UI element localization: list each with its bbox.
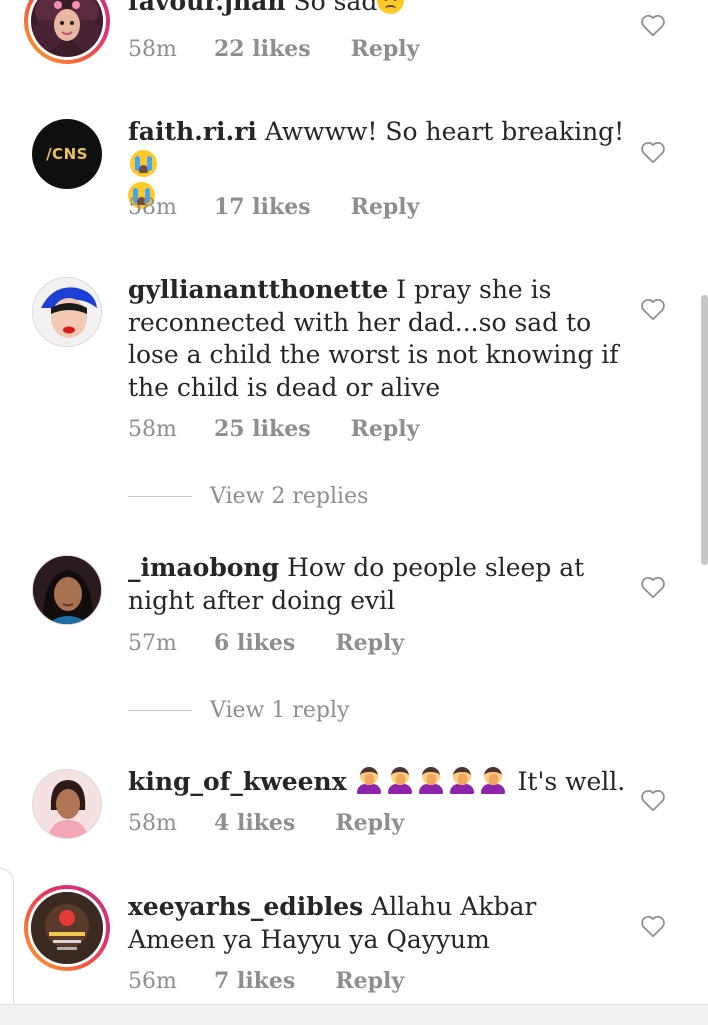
avatar[interactable] bbox=[24, 885, 110, 971]
heart-outline-icon[interactable] bbox=[640, 575, 666, 599]
comment-text: favour.jhan So sad bbox=[128, 0, 628, 19]
likes-count[interactable]: 17 likes bbox=[214, 194, 311, 220]
bottom-bar bbox=[0, 1004, 708, 1025]
heart-outline-icon[interactable] bbox=[640, 13, 666, 37]
heart-outline-icon[interactable] bbox=[640, 140, 666, 164]
avatar[interactable] bbox=[32, 769, 102, 839]
comment-username[interactable]: faith.ri.ri bbox=[128, 117, 257, 146]
avatar[interactable]: /CNS bbox=[32, 119, 102, 189]
sad-face-emoji-icon bbox=[377, 0, 405, 14]
likes-count[interactable]: 7 likes bbox=[214, 968, 295, 994]
panel-edge bbox=[0, 868, 14, 1024]
comment-text: xeeyarhs_edibles Allahu Akbar Ameen ya H… bbox=[128, 891, 628, 956]
avatar[interactable] bbox=[32, 555, 102, 625]
comment-body: So sad bbox=[293, 0, 378, 16]
likes-count[interactable]: 22 likes bbox=[214, 36, 311, 62]
comment-username[interactable]: favour.jhan bbox=[128, 0, 286, 16]
comment-text: gyllianantthonette I pray she is reconne… bbox=[128, 274, 628, 404]
likes-count[interactable]: 6 likes bbox=[214, 630, 295, 656]
reply-button[interactable]: Reply bbox=[351, 194, 420, 220]
woman-facepalming-emoji-group bbox=[355, 767, 510, 796]
comment-text: _imaobong How do people sleep at night a… bbox=[128, 552, 628, 617]
comment-time: 58m bbox=[128, 811, 177, 836]
comment-username[interactable]: gyllianantthonette bbox=[128, 275, 388, 304]
heart-outline-icon[interactable] bbox=[640, 297, 666, 321]
comment-meta: 58m 4 likes Reply bbox=[128, 810, 404, 836]
likes-count[interactable]: 25 likes bbox=[214, 416, 311, 442]
comment-time: 58m bbox=[128, 417, 177, 442]
reply-button[interactable]: Reply bbox=[335, 968, 404, 994]
comment-body: It's well. bbox=[517, 767, 626, 796]
view-replies-button[interactable]: View 1 reply bbox=[128, 695, 349, 725]
crying-face-emoji-icon bbox=[130, 149, 157, 177]
comment-meta: 58m 22 likes Reply bbox=[128, 36, 419, 62]
comment-time: 58m bbox=[128, 195, 177, 220]
comment-time: 58m bbox=[128, 37, 177, 62]
woman-facepalming-emoji-icon bbox=[355, 766, 383, 794]
comment-text: king_of_kweenx It's well. bbox=[128, 766, 628, 799]
comment-meta: 57m 6 likes Reply bbox=[128, 630, 404, 656]
comment-meta: 58m 25 likes Reply bbox=[128, 416, 419, 442]
reply-button[interactable]: Reply bbox=[335, 630, 404, 656]
reply-button[interactable]: Reply bbox=[351, 36, 420, 62]
reply-button[interactable]: Reply bbox=[335, 810, 404, 836]
woman-facepalming-emoji-icon bbox=[448, 766, 476, 794]
divider-line bbox=[128, 709, 192, 711]
comment-meta: 56m 7 likes Reply bbox=[128, 968, 404, 994]
heart-outline-icon[interactable] bbox=[640, 788, 666, 812]
view-replies-label: View 2 replies bbox=[210, 483, 369, 509]
avatar[interactable] bbox=[32, 277, 102, 347]
view-replies-button[interactable]: View 2 replies bbox=[128, 481, 368, 511]
avatar[interactable] bbox=[24, 0, 110, 64]
view-replies-label: View 1 reply bbox=[210, 697, 350, 723]
comment-time: 56m bbox=[128, 969, 177, 994]
comment-meta: 58m 17 likes Reply bbox=[128, 194, 419, 220]
likes-count[interactable]: 4 likes bbox=[214, 810, 295, 836]
comment-time: 57m bbox=[128, 631, 177, 656]
woman-facepalming-emoji-icon bbox=[417, 766, 445, 794]
comment-body: Awwww! So heart breaking! bbox=[264, 117, 625, 146]
avatar-logo-text: /CNS bbox=[46, 145, 88, 163]
divider-line bbox=[128, 495, 192, 497]
comment-username[interactable]: xeeyarhs_edibles bbox=[128, 892, 363, 921]
heart-outline-icon[interactable] bbox=[640, 914, 666, 938]
comment-username[interactable]: king_of_kweenx bbox=[128, 767, 347, 796]
scrollbar[interactable] bbox=[701, 295, 708, 565]
reply-button[interactable]: Reply bbox=[351, 416, 420, 442]
woman-facepalming-emoji-icon bbox=[479, 766, 507, 794]
woman-facepalming-emoji-icon bbox=[386, 766, 414, 794]
comment-username[interactable]: _imaobong bbox=[128, 553, 279, 582]
